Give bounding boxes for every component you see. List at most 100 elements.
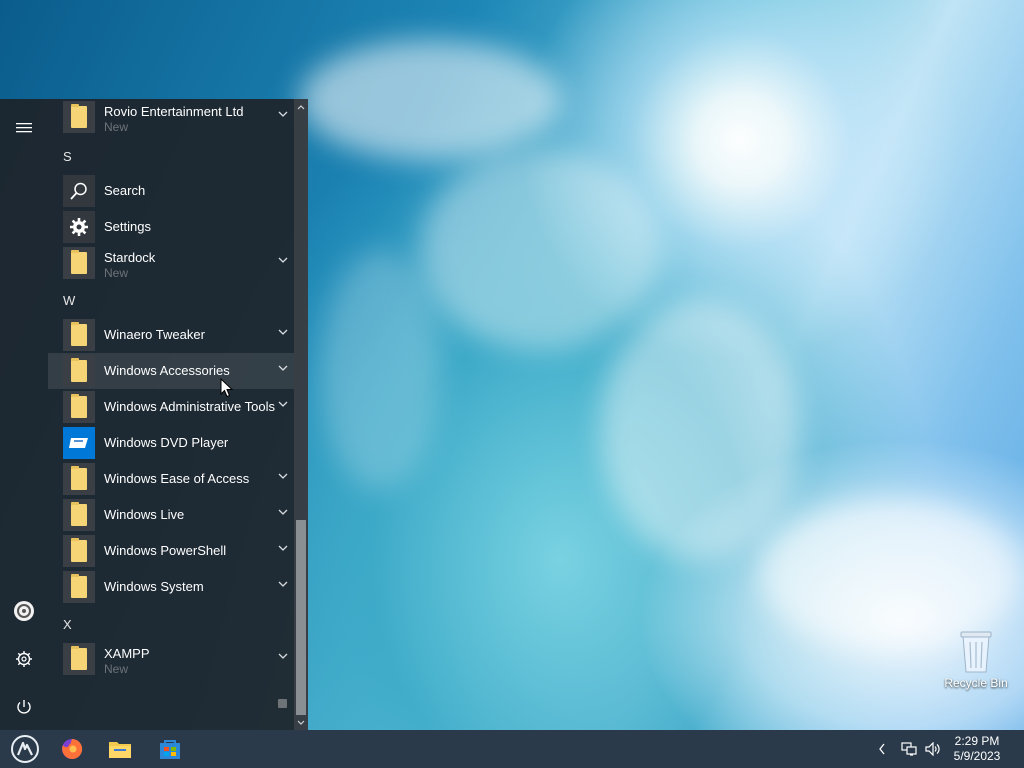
taskbar-clock[interactable]: 2:29 PM 5/9/2023 (946, 734, 1008, 764)
folder-icon (63, 101, 95, 133)
app-item-label: Winaero Tweaker (104, 327, 205, 342)
firefox-icon (62, 738, 83, 759)
app-item-windows-administrative-tools[interactable]: Windows Administrative Tools (48, 389, 294, 425)
app-item-label: Windows Ease of Access (104, 471, 250, 486)
app-item-label: Windows Administrative Tools (104, 399, 275, 414)
wave-foam (420, 150, 660, 350)
folder-shape (71, 502, 87, 526)
settings-rail-button[interactable] (0, 639, 48, 679)
chevron-down-icon[interactable] (277, 542, 289, 554)
app-item-windows-system[interactable]: Windows System (48, 569, 294, 605)
app-item-search[interactable]: Search (48, 173, 294, 209)
app-item-windows-live[interactable]: Windows Live (48, 497, 294, 533)
clock-time: 2:29 PM (954, 734, 1000, 748)
scroll-thumb[interactable] (296, 520, 306, 715)
hamburger-icon (16, 123, 32, 133)
app-item-new-badge: New (104, 266, 129, 280)
folder-icon (63, 643, 95, 675)
file-explorer-icon (109, 742, 131, 758)
recycle-bin[interactable]: Recycle Bin (940, 628, 1012, 690)
app-item-label: Stardock (104, 250, 156, 265)
start-menu: Rovio Entertainment Ltd New S Search Setting… (0, 99, 308, 730)
app-item-rovio-entertainment-ltd[interactable]: Rovio Entertainment Ltd New (48, 99, 294, 135)
folder-shape (71, 574, 87, 598)
mouse-cursor-icon (220, 378, 234, 398)
app-item-stardock[interactable]: Stardock New (48, 245, 294, 281)
search-tile (63, 175, 95, 207)
chevron-down-icon[interactable] (277, 578, 289, 590)
network-tray-button[interactable] (900, 741, 918, 757)
chevron-down-icon[interactable] (277, 470, 289, 482)
chevron-left-icon (879, 743, 885, 755)
store-icon (160, 740, 180, 759)
app-item-winaero-tweaker[interactable]: Winaero Tweaker (48, 317, 294, 353)
chevron-down-icon[interactable] (277, 398, 289, 410)
user-avatar-icon (14, 601, 34, 621)
app-item-windows-ease-of-access[interactable]: Windows Ease of Access (48, 461, 294, 497)
hamburger-menu-button[interactable] (0, 108, 48, 148)
folder-shape (71, 538, 87, 562)
chevron-down-icon[interactable] (277, 326, 289, 338)
app-item-label: Search (104, 183, 146, 198)
chevron-down-icon[interactable] (277, 254, 289, 266)
search-icon (70, 182, 87, 200)
taskbar-file-explorer[interactable] (100, 733, 140, 765)
section-letter-w[interactable]: W (63, 293, 75, 308)
chevron-down-icon[interactable] (277, 650, 289, 662)
folder-shape (71, 358, 87, 382)
section-letter-x[interactable]: X (63, 617, 72, 632)
show-hidden-icons-button[interactable] (873, 741, 891, 757)
volume-tray-button[interactable] (924, 741, 942, 757)
scroll-up-button[interactable] (294, 100, 308, 114)
collapse-handle[interactable] (278, 699, 287, 708)
folder-icon (63, 571, 95, 603)
start-button[interactable] (5, 733, 45, 765)
app-item-windows-dvd-player[interactable]: Windows DVD Player (48, 425, 294, 461)
chevron-up-icon (297, 105, 305, 110)
folder-shape (71, 646, 87, 670)
app-item-windows-accessories[interactable]: Windows Accessories (48, 353, 294, 389)
folder-shape (71, 104, 87, 128)
app-item-windows-powershell[interactable]: Windows PowerShell (48, 533, 294, 569)
folder-icon (63, 391, 95, 423)
folder-shape (71, 466, 87, 490)
folder-icon (63, 319, 95, 351)
wave-foam (600, 300, 800, 560)
taskbar-app-store[interactable] (150, 733, 190, 765)
folder-shape (71, 394, 87, 418)
user-account-button[interactable] (0, 591, 48, 631)
app-item-label: Settings (104, 219, 151, 234)
app-item-label: Windows Live (104, 507, 185, 522)
app-item-label: Rovio Entertainment Ltd (104, 104, 244, 119)
folder-icon (63, 499, 95, 531)
chevron-down-icon[interactable] (277, 362, 289, 374)
app-item-label: XAMPP (104, 646, 150, 661)
taskbar-firefox[interactable] (52, 733, 92, 765)
recycle-bin-label: Recycle Bin (944, 676, 1008, 690)
folder-icon (63, 247, 95, 279)
section-letter-s[interactable]: S (63, 149, 72, 164)
app-item-xampp[interactable]: XAMPP New (48, 641, 294, 677)
taskbar: 2:29 PM 5/9/2023 (0, 730, 1024, 768)
chevron-down-icon[interactable] (277, 506, 289, 518)
app-item-label: Windows Accessories (104, 363, 230, 378)
recycle-bin-icon (960, 631, 992, 673)
wave-foam (300, 40, 560, 160)
app-item-new-badge: New (104, 120, 129, 134)
wave-foam (320, 250, 440, 490)
app-item-settings[interactable]: Settings (48, 209, 294, 245)
gear-icon (70, 218, 88, 236)
folder-icon (63, 463, 95, 495)
app-list: Rovio Entertainment Ltd New S Search Setting… (48, 99, 294, 730)
app-item-label: Windows System (104, 579, 204, 594)
app-list-scrollbar[interactable] (294, 99, 308, 730)
chevron-down-icon[interactable] (277, 108, 289, 120)
dvd-player-icon (69, 438, 88, 448)
power-button[interactable] (0, 687, 48, 727)
scroll-down-button[interactable] (294, 716, 308, 730)
folder-icon (63, 355, 95, 387)
dvd-player-tile (63, 427, 95, 459)
gear-tile (63, 211, 95, 243)
app-item-label: Windows DVD Player (104, 435, 229, 450)
app-item-label: Windows PowerShell (104, 543, 227, 558)
